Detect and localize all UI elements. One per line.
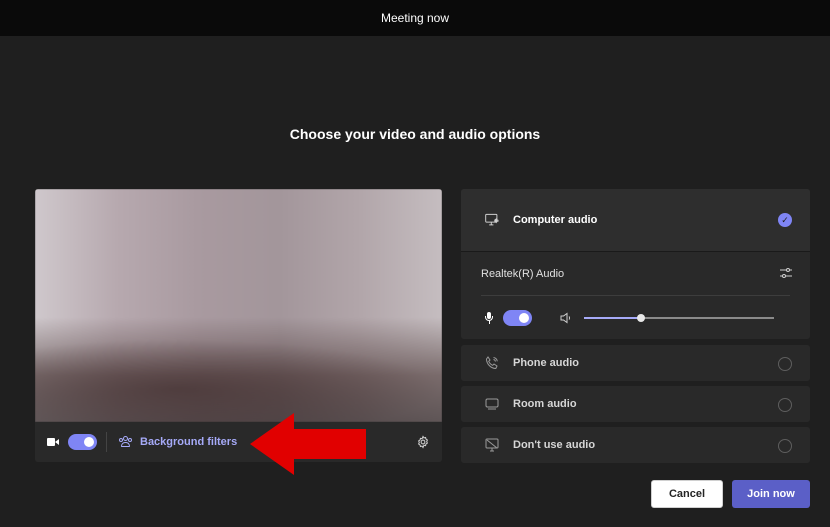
computer-audio-label: Computer audio: [513, 214, 598, 226]
checkmark-icon: ✓: [778, 213, 792, 227]
computer-audio-option[interactable]: Computer audio ✓: [461, 189, 810, 251]
room-audio-option[interactable]: Room audio: [461, 386, 810, 422]
people-icon: [119, 436, 132, 448]
camera-icon: [47, 437, 59, 447]
window-title: Meeting now: [380, 11, 450, 25]
speaker-icon: [560, 312, 571, 323]
room-audio-radio[interactable]: [778, 398, 792, 412]
phone-icon: [485, 356, 498, 370]
microphone-icon: [485, 311, 493, 324]
phone-audio-label: Phone audio: [513, 357, 579, 369]
no-audio-option[interactable]: Don't use audio: [461, 427, 810, 463]
video-toolbar: Background filters: [35, 422, 442, 462]
audio-controls-row: [461, 296, 810, 339]
audio-device-row: Realtek(R) Audio: [461, 252, 810, 296]
background-filters-label: Background filters: [140, 436, 238, 448]
phone-audio-option[interactable]: Phone audio: [461, 345, 810, 381]
volume-fill: [584, 316, 641, 319]
computer-audio-card[interactable]: Computer audio ✓ Realtek(R) Audio: [461, 189, 810, 339]
camera-toggle[interactable]: [68, 434, 97, 450]
no-audio-label: Don't use audio: [513, 439, 596, 451]
room-icon: [485, 398, 499, 410]
volume-thumb[interactable]: [637, 313, 645, 322]
video-panel: Background filters: [35, 189, 442, 462]
background-filters-button[interactable]: Background filters: [119, 436, 237, 448]
toolbar-divider: [106, 432, 107, 452]
cancel-button[interactable]: Cancel: [651, 480, 723, 508]
phone-audio-radio[interactable]: [778, 357, 792, 371]
page-heading: Choose your video and audio options: [289, 126, 541, 142]
computer-audio-icon: [485, 213, 499, 226]
gear-icon[interactable]: [416, 435, 430, 449]
join-now-button[interactable]: Join now: [732, 480, 810, 508]
video-preview: [35, 189, 442, 422]
no-audio-radio[interactable]: [778, 439, 792, 453]
red-arrow-annotation-icon: [250, 413, 366, 475]
microphone-toggle[interactable]: [503, 309, 532, 326]
speaker-volume-slider[interactable]: [584, 313, 774, 322]
device-settings-icon[interactable]: [780, 267, 792, 279]
title-bar: Meeting now: [0, 0, 830, 36]
no-audio-icon: [485, 438, 499, 452]
audio-device-name: Realtek(R) Audio: [481, 268, 565, 280]
room-audio-label: Room audio: [513, 398, 577, 410]
